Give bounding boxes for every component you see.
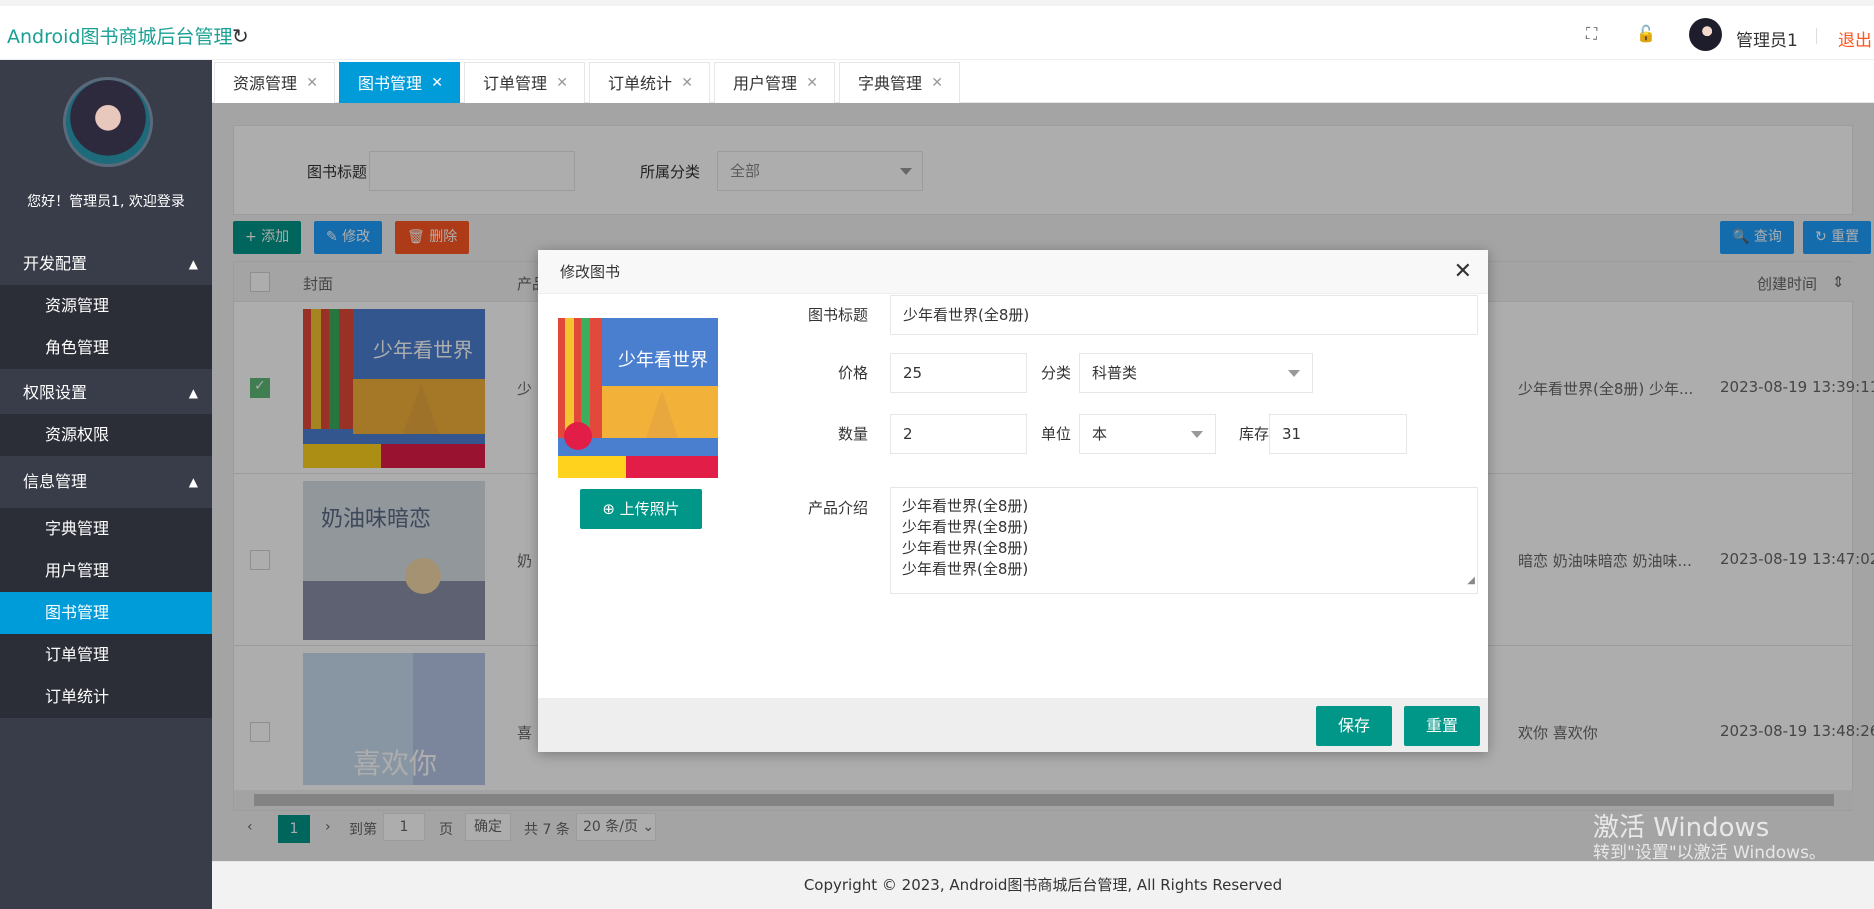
caret-up-icon: ▲ xyxy=(188,386,198,400)
sidebar-group-label: 信息管理 xyxy=(23,472,88,491)
intro-textarea[interactable]: 少年看世界(全8册) 少年看世界(全8册) 少年看世界(全8册) 少年看世界(全… xyxy=(890,487,1478,594)
close-icon[interactable]: ✕ xyxy=(806,63,818,104)
sidebar-group-permission[interactable]: 权限设置 ▲ xyxy=(0,372,212,414)
tab-label: 资源管理 xyxy=(233,74,298,93)
tab-dictionary[interactable]: 字典管理 ✕ xyxy=(839,62,960,103)
price-input[interactable]: 25 xyxy=(890,353,1027,393)
tab-users[interactable]: 用户管理 ✕ xyxy=(714,62,835,103)
close-icon[interactable]: ✕ xyxy=(1454,250,1472,294)
app: Android图书商城后台管理 ↻ ⛶ 🔓 管理员1 退出 您好！管理员1, 欢… xyxy=(0,0,1874,909)
unit-select[interactable]: 本 xyxy=(1079,414,1216,454)
caret-up-icon: ▲ xyxy=(188,257,198,271)
unit-label: 单位 xyxy=(1040,425,1071,443)
svg-text:少年看世界: 少年看世界 xyxy=(618,350,708,371)
top-bar: Android图书商城后台管理 ↻ ⛶ 🔓 管理员1 退出 xyxy=(0,0,1874,60)
fullscreen-icon[interactable]: ⛶ xyxy=(1586,24,1597,44)
intro-line: 少年看世界(全8册) xyxy=(902,560,1029,578)
close-icon[interactable]: ✕ xyxy=(556,63,568,104)
intro-label: 产品介绍 xyxy=(807,499,868,517)
close-icon[interactable]: ✕ xyxy=(431,63,443,104)
lock-icon[interactable]: 🔓 xyxy=(1636,24,1656,43)
dialog-header: 修改图书 ✕ xyxy=(538,250,1488,294)
sidebar-item-resource[interactable]: 资源管理 xyxy=(0,285,212,327)
upload-photo-button[interactable]: ⊕ 上传照片 xyxy=(580,489,702,529)
logout-link[interactable]: 退出 xyxy=(1838,26,1872,51)
intro-line: 少年看世界(全8册) xyxy=(902,539,1029,557)
sidebar-item-books[interactable]: 图书管理 xyxy=(0,592,212,634)
intro-line: 少年看世界(全8册) xyxy=(902,497,1029,515)
sidebar-item-users[interactable]: 用户管理 xyxy=(0,550,212,592)
title-input[interactable]: 少年看世界(全8册) xyxy=(890,295,1478,335)
tab-label: 图书管理 xyxy=(358,74,423,93)
category-label: 分类 xyxy=(1040,364,1071,382)
tab-books[interactable]: 图书管理 ✕ xyxy=(339,62,460,103)
category-select[interactable]: 科普类 xyxy=(1079,353,1313,393)
tab-label: 用户管理 xyxy=(733,74,798,93)
header-divider xyxy=(1816,28,1817,44)
sidebar-item-dictionary[interactable]: 字典管理 xyxy=(0,508,212,550)
sidebar-group-dev-config[interactable]: 开发配置 ▲ xyxy=(0,243,212,285)
brand-title: Android图书商城后台管理 xyxy=(7,26,233,48)
dialog-title: 修改图书 xyxy=(560,263,621,281)
caret-up-icon: ▲ xyxy=(188,475,198,489)
tab-bar: 资源管理 ✕ 图书管理 ✕ 订单管理 ✕ 订单统计 ✕ 用户管理 ✕ 字典管理 … xyxy=(212,60,1874,103)
footer: Copyright © 2023, Android图书商城后台管理, All R… xyxy=(212,861,1874,909)
windows-watermark-subtitle: 转到"设置"以激活 Windows。 xyxy=(1593,843,1826,863)
sidebar-group-label: 开发配置 xyxy=(23,254,88,273)
stock-label: 库存 xyxy=(1238,425,1269,443)
sidebar-group-info[interactable]: 信息管理 ▲ xyxy=(0,461,212,503)
tab-label: 订单统计 xyxy=(608,74,673,93)
resize-handle-icon[interactable]: ◢ xyxy=(1467,570,1475,591)
tab-label: 字典管理 xyxy=(858,74,923,93)
tab-orders[interactable]: 订单管理 ✕ xyxy=(464,62,585,103)
quantity-input[interactable]: 2 xyxy=(890,414,1027,454)
dialog-footer: 保存 重置 xyxy=(538,698,1488,752)
book-cover-preview: 少年看世界 xyxy=(558,318,718,478)
category-value: 科普类 xyxy=(1092,364,1138,382)
sidebar-item-order-stats[interactable]: 订单统计 xyxy=(0,676,212,718)
title-label: 图书标题 xyxy=(807,306,868,324)
save-button[interactable]: 保存 xyxy=(1316,706,1393,746)
unit-value: 本 xyxy=(1092,425,1108,443)
sidebar: 您好！管理员1, 欢迎登录 开发配置 ▲ 资源管理 角色管理 权限设置 ▲ 资源… xyxy=(0,60,212,909)
tab-label: 订单管理 xyxy=(483,74,548,93)
chevron-down-icon xyxy=(1288,370,1300,377)
close-icon[interactable]: ✕ xyxy=(306,63,318,104)
admin-name[interactable]: 管理员1 xyxy=(1736,26,1798,51)
quantity-label: 数量 xyxy=(837,425,868,443)
tab-order-stats[interactable]: 订单统计 ✕ xyxy=(589,62,710,103)
welcome-text: 您好！管理员1, 欢迎登录 xyxy=(27,194,185,210)
sidebar-item-role[interactable]: 角色管理 xyxy=(0,327,212,369)
avatar[interactable] xyxy=(1689,18,1722,51)
profile-avatar xyxy=(63,77,153,167)
sidebar-group-label: 权限设置 xyxy=(23,383,88,402)
stock-input[interactable]: 31 xyxy=(1269,414,1407,454)
close-icon[interactable]: ✕ xyxy=(931,63,943,104)
sidebar-item-resource-permission[interactable]: 资源权限 xyxy=(0,414,212,456)
intro-line: 少年看世界(全8册) xyxy=(902,518,1029,536)
close-icon[interactable]: ✕ xyxy=(681,63,693,104)
refresh-icon[interactable]: ↻ xyxy=(232,24,249,48)
chevron-down-icon xyxy=(1191,431,1203,438)
tab-resource[interactable]: 资源管理 ✕ xyxy=(214,62,335,103)
price-label: 价格 xyxy=(837,364,868,382)
dialog-reset-button[interactable]: 重置 xyxy=(1404,706,1481,746)
edit-book-dialog: 修改图书 ✕ 少年看世界 ⊕ 上传照片 图书标题 少年看世界(全8册) 价格 2… xyxy=(538,250,1488,752)
sidebar-item-orders[interactable]: 订单管理 xyxy=(0,634,212,676)
